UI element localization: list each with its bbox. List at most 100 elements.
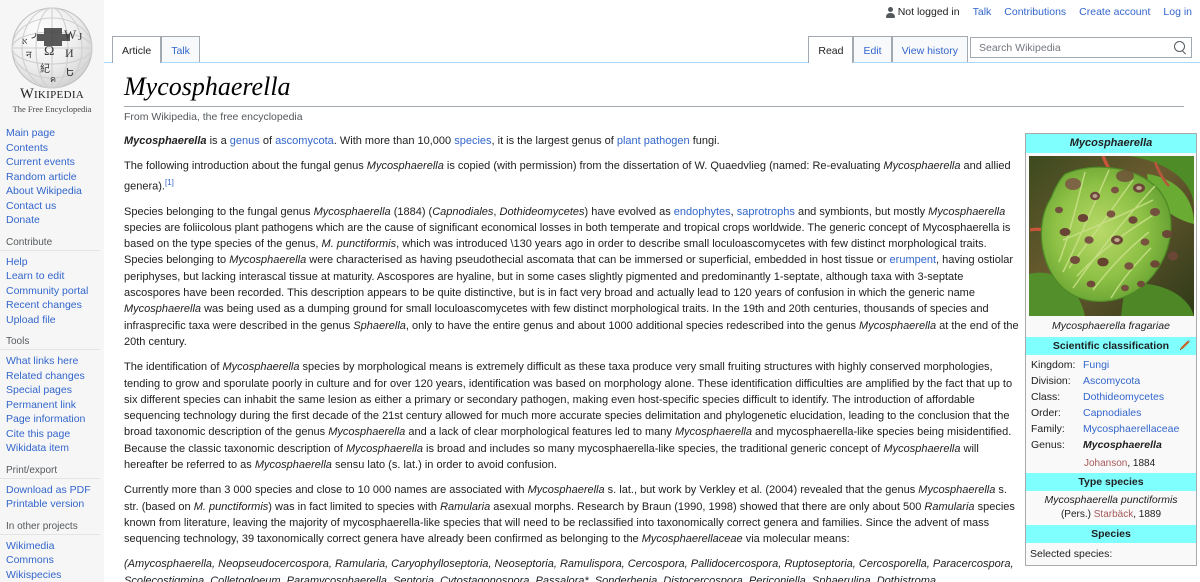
sidebar-section-heading: In other projects xyxy=(0,521,100,535)
taxonomy-rank-value[interactable]: Dothideomycetes xyxy=(1083,391,1164,404)
tab-article[interactable]: Article xyxy=(112,36,162,64)
sidebar-item-wikimedia-commons[interactable]: Wikimedia Commons xyxy=(0,539,104,568)
search-icon[interactable] xyxy=(1174,41,1187,54)
sidebar-item-current-events[interactable]: Current events xyxy=(0,155,104,170)
article-link[interactable]: genus xyxy=(230,135,260,147)
sidebar-item-label[interactable]: Printable version xyxy=(6,498,84,510)
sidebar-item-label[interactable]: Recent changes xyxy=(6,299,82,311)
sidebar-item-label[interactable]: Current events xyxy=(6,156,75,168)
sidebar-item-label[interactable]: Related changes xyxy=(6,370,85,382)
sidebar-item-label[interactable]: About Wikipedia xyxy=(6,185,82,197)
sidebar-item-label[interactable]: What links here xyxy=(6,355,78,367)
tab-talk[interactable]: Talk xyxy=(161,36,200,63)
sidebar-item-label[interactable]: Contents xyxy=(6,142,48,154)
article-link[interactable]: species xyxy=(454,135,491,147)
taxonomy-rank-value[interactable]: Mycosphaerellaceae xyxy=(1083,423,1179,436)
type-species-name[interactable]: Mycosphaerella punctiformis xyxy=(1026,491,1196,507)
personal-link-create-account[interactable]: Create account xyxy=(1079,6,1150,18)
sidebar-item-wikidata-item[interactable]: Wikidata item xyxy=(0,441,104,456)
sidebar-item-upload-file[interactable]: Upload file xyxy=(0,313,104,328)
sidebar-item-label[interactable]: Permanent link xyxy=(6,399,76,411)
sidebar-item-donate[interactable]: Donate xyxy=(0,213,104,228)
tab-view-history[interactable]: View history xyxy=(891,36,968,63)
sidebar-item-label[interactable]: Learn to edit xyxy=(6,270,64,282)
taxonomy-rank-value[interactable]: Mycosphaerella xyxy=(1083,439,1162,452)
article-link[interactable]: plant pathogen xyxy=(617,135,690,147)
sidebar-item-about-wikipedia[interactable]: About Wikipedia xyxy=(0,184,104,199)
taxon-name: Mycosphaerellaceae xyxy=(641,533,743,546)
wikipedia-logo[interactable]: Ω W J ر И 紀 Ե न ค א WIKIPEDIA The Free E… xyxy=(0,0,104,118)
taxon-name: Mycosphaerella xyxy=(527,484,605,497)
wikipedia-globe-icon[interactable]: Ω W J ر И 紀 Ե न ค א xyxy=(10,6,94,90)
article-link[interactable]: endophytes xyxy=(674,206,731,218)
sidebar-item-related-changes[interactable]: Related changes xyxy=(0,369,104,384)
sidebar-item-label[interactable]: Cite this page xyxy=(6,428,70,440)
sidebar-section: Contribute Help Learn to edit Community por… xyxy=(0,237,104,328)
reference-link[interactable]: [1] xyxy=(165,178,174,187)
article-link[interactable]: ascomycota xyxy=(275,135,334,147)
personal-link-log-in[interactable]: Log in xyxy=(1163,6,1192,18)
reference-marker[interactable]: [1] xyxy=(165,178,174,187)
sidebar-item-download-as-pdf[interactable]: Download as PDF xyxy=(0,483,104,498)
pencil-icon[interactable] xyxy=(1179,339,1191,351)
sidebar-item-special-pages[interactable]: Special pages xyxy=(0,383,104,398)
sidebar-item-what-links-here[interactable]: What links here xyxy=(0,354,104,369)
sidebar-item-contact-us[interactable]: Contact us xyxy=(0,199,104,214)
not-logged-in-text: Not logged in xyxy=(897,6,960,18)
article-text: Species belonging to the fungal genus xyxy=(124,205,314,218)
infobox-image[interactable] xyxy=(1029,156,1194,316)
personal-link-talk[interactable]: Talk xyxy=(973,6,992,18)
tab-edit[interactable]: Edit xyxy=(853,36,892,63)
taxon-name: Mycosphaerella xyxy=(328,426,406,439)
taxon-name: Mycosphaerella xyxy=(222,361,300,374)
sidebar-item-recent-changes[interactable]: Recent changes xyxy=(0,298,104,313)
search-box[interactable] xyxy=(970,37,1192,58)
wikipedia-tagline: The Free Encyclopedia xyxy=(12,104,92,114)
sidebar-section: In other projects Wikimedia Commons Wikisp… xyxy=(0,521,104,582)
infobox-image-wrap[interactable] xyxy=(1026,153,1196,317)
sidebar-item-label[interactable]: Donate xyxy=(6,214,40,226)
genus-authority-name[interactable]: Johanson xyxy=(1084,458,1127,469)
article-text: Currently more than 3 000 species and cl… xyxy=(124,484,528,497)
sidebar-item-label[interactable]: Random article xyxy=(6,171,77,183)
sidebar-item-cite-this-page[interactable]: Cite this page xyxy=(0,427,104,442)
taxonomy-rank-value[interactable]: Capnodiales xyxy=(1083,407,1141,420)
sidebar-item-contents[interactable]: Contents xyxy=(0,141,104,156)
sidebar-item-printable-version[interactable]: Printable version xyxy=(0,497,104,512)
sidebar-item-label[interactable]: Page information xyxy=(6,413,85,425)
sidebar-item-label[interactable]: Contact us xyxy=(6,200,56,212)
search-input[interactable] xyxy=(977,40,1174,55)
article-link[interactable]: saprotrophs xyxy=(737,206,795,218)
taxonomy-rank-value[interactable]: Fungi xyxy=(1083,359,1109,372)
sidebar-item-label[interactable]: Wikispecies xyxy=(6,569,61,581)
article-paragraph: Species belonging to the fungal genus My… xyxy=(124,204,1019,351)
sidebar-item-label[interactable]: Download as PDF xyxy=(6,484,91,496)
sidebar-item-community-portal[interactable]: Community portal xyxy=(0,284,104,299)
sidebar-item-main-page[interactable]: Main page xyxy=(0,126,104,141)
personal-link-contributions[interactable]: Contributions xyxy=(1004,6,1066,18)
sidebar-item-label[interactable]: Wikimedia Commons xyxy=(6,540,54,567)
tab-read[interactable]: Read xyxy=(808,36,854,64)
sidebar-item-help[interactable]: Help xyxy=(0,255,104,270)
sidebar-item-page-information[interactable]: Page information xyxy=(0,412,104,427)
taxon-name: Mycosphaerella xyxy=(883,442,961,455)
taxonomy-rank-value[interactable]: Ascomycota xyxy=(1083,375,1140,388)
sidebar-item-label[interactable]: Wikidata item xyxy=(6,442,69,454)
article-text: , it is the largest genus of xyxy=(491,135,617,147)
sidebar-item-label[interactable]: Upload file xyxy=(6,314,56,326)
article-text: of xyxy=(259,135,276,147)
sidebar-item-permanent-link[interactable]: Permanent link xyxy=(0,398,104,413)
sidebar-item-random-article[interactable]: Random article xyxy=(0,170,104,185)
sidebar-item-label[interactable]: Community portal xyxy=(6,285,88,297)
taxonomy-row: Family: Mycosphaerellaceae xyxy=(1029,421,1193,437)
svg-text:Ω: Ω xyxy=(44,44,54,59)
sidebar-item-wikispecies[interactable]: Wikispecies xyxy=(0,568,104,582)
sidebar-item-label[interactable]: Special pages xyxy=(6,384,72,396)
svg-text:ر: ر xyxy=(31,28,37,39)
sidebar-item-learn-to-edit[interactable]: Learn to edit xyxy=(0,269,104,284)
type-species-auth-year: , 1889 xyxy=(1133,509,1162,520)
article-link[interactable]: erumpent xyxy=(890,254,936,266)
sidebar-item-label[interactable]: Main page xyxy=(6,127,55,139)
sidebar-item-label[interactable]: Help xyxy=(6,256,28,268)
type-species-auth-name[interactable]: Starbäck xyxy=(1094,509,1133,520)
